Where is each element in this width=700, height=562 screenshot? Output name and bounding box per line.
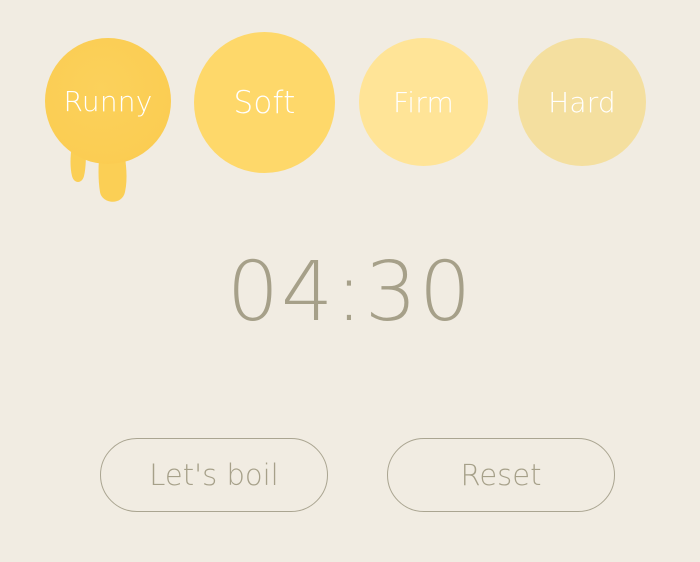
egg-option-hard-label: Hard: [548, 85, 616, 119]
egg-option-hard[interactable]: Hard: [518, 38, 646, 166]
egg-option-soft-label: Soft: [233, 84, 296, 121]
reset-button-label: Reset: [460, 458, 542, 492]
egg-option-runny-label: Runny: [63, 84, 153, 118]
lets-boil-button-label: Let's boil: [149, 458, 279, 492]
egg-option-runny[interactable]: Runny: [45, 38, 171, 164]
egg-option-firm-label: Firm: [393, 85, 454, 119]
reset-button[interactable]: Reset: [387, 438, 615, 512]
timer-display: 04:30: [226, 245, 474, 340]
egg-option-soft[interactable]: Soft: [194, 32, 335, 173]
lets-boil-button[interactable]: Let's boil: [100, 438, 328, 512]
egg-option-firm[interactable]: Firm: [359, 38, 488, 166]
